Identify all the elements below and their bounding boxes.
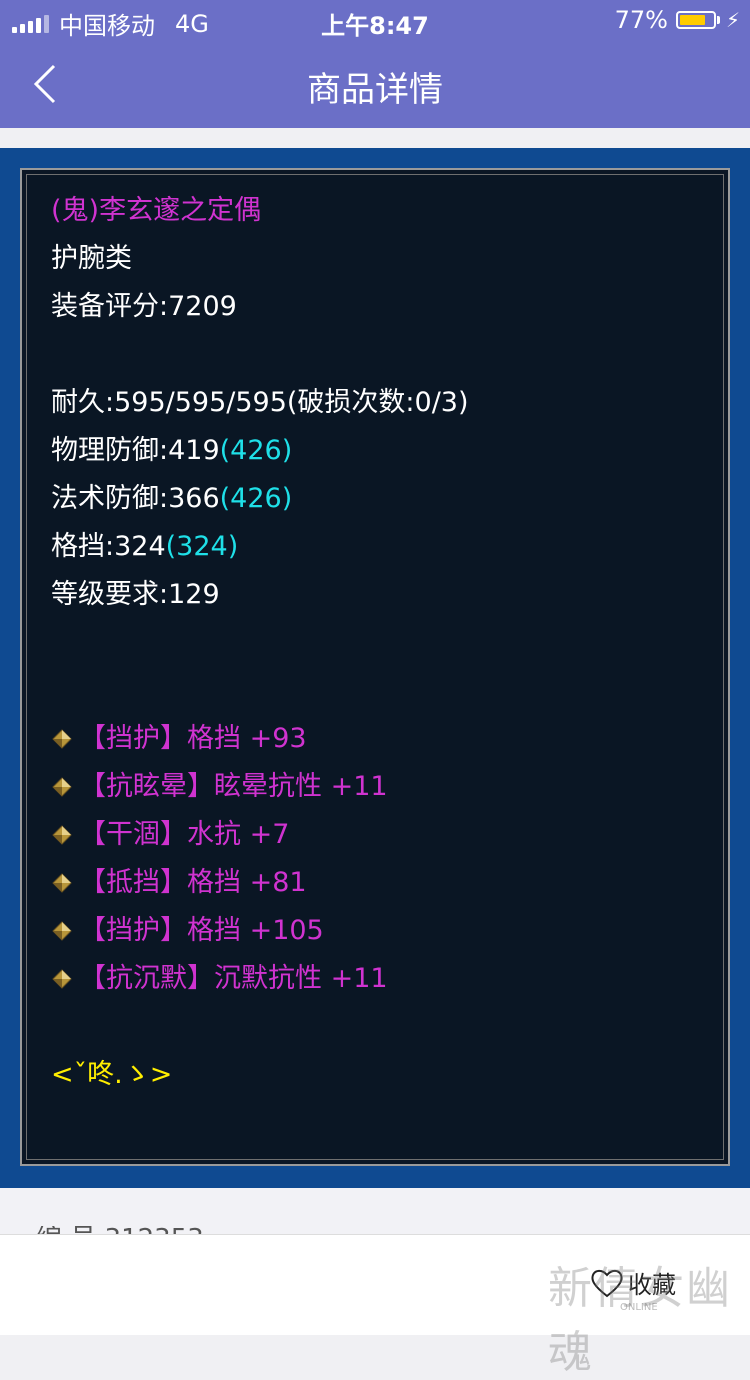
item-name: (鬼)李玄邃之定偶 [51,195,262,226]
attribute-row: 【干涸】水抗 +7 [51,811,707,859]
charging-icon: ⚡︎ [725,8,740,32]
item-panel-outer: (鬼)李玄邃之定偶 护腕类 装备评分:7209 耐久:595/595/595(破… [0,148,750,1188]
gem-icon [52,825,72,845]
attribute-list: 【挡护】格挡 +93 【抗眩晕】眩晕抗性 +11 【干涸】水抗 +7 【抵挡】格挡 +… [51,715,707,1003]
battery-nub [716,16,720,24]
item-details: (鬼)李玄邃之定偶 护腕类 装备评分:7209 耐久:595/595/595(破… [51,187,707,1099]
phys-def-max: (426) [219,435,293,466]
item-maker: <ˇ咚.ゝ> [51,1059,173,1090]
item-category: 护腕类 [51,243,132,274]
watermark-sub: ONLINE [620,1302,658,1313]
item-panel: (鬼)李玄邃之定偶 护腕类 装备评分:7209 耐久:595/595/595(破… [26,174,724,1160]
item-phys-def: 物理防御:419(426) [51,427,707,475]
magic-def-value: 法术防御:366 [51,483,220,514]
block-value: 格挡:324 [51,531,166,562]
page-title: 商品详情 [307,70,443,110]
attribute-row: 【挡护】格挡 +93 [51,715,707,763]
item-score: 装备评分:7209 [51,291,237,322]
attribute-text: 【抗沉默】沉默抗性 +11 [79,963,388,994]
battery-icon [675,11,716,29]
item-magic-def: 法术防御:366(426) [51,475,707,523]
gem-icon [52,777,72,797]
attribute-row: 【抗眩晕】眩晕抗性 +11 [51,763,707,811]
attribute-row: 【抵挡】格挡 +81 [51,859,707,907]
attribute-text: 【挡护】格挡 +93 [79,723,307,754]
block-max: (324) [165,531,239,562]
item-durability: 耐久:595/595/595(破损次数:0/3) [51,387,469,418]
item-block: 格挡:324(324) [51,523,707,571]
gem-icon [52,729,72,749]
nav-bar: 商品详情 [0,40,750,128]
attribute-row: 【挡护】格挡 +105 [51,907,707,955]
gem-icon [52,969,72,989]
attribute-row: 【抗沉默】沉默抗性 +11 [51,955,707,1003]
item-level-req: 等级要求:129 [51,579,220,610]
battery-fill [679,15,705,25]
attribute-text: 【挡护】格挡 +105 [79,915,324,946]
status-bar: 中国移动 4G 上午8:47 77% ⚡︎ [0,0,750,40]
attribute-text: 【干涸】水抗 +7 [79,819,290,850]
watermark-logo: 新倩女幽魂 [548,1263,732,1378]
attribute-text: 【抵挡】格挡 +81 [79,867,307,898]
status-right: 77% ⚡︎ [615,6,740,34]
magic-def-max: (426) [219,483,293,514]
phys-def-value: 物理防御:419 [51,435,220,466]
gem-icon [52,921,72,941]
item-panel-frame: (鬼)李玄邃之定偶 护腕类 装备评分:7209 耐久:595/595/595(破… [20,168,730,1166]
gem-icon [52,873,72,893]
battery-percent: 77% [614,6,668,34]
top-bar: 中国移动 4G 上午8:47 77% ⚡︎ 商品详情 [0,0,750,128]
attribute-text: 【抗眩晕】眩晕抗性 +11 [79,771,388,802]
